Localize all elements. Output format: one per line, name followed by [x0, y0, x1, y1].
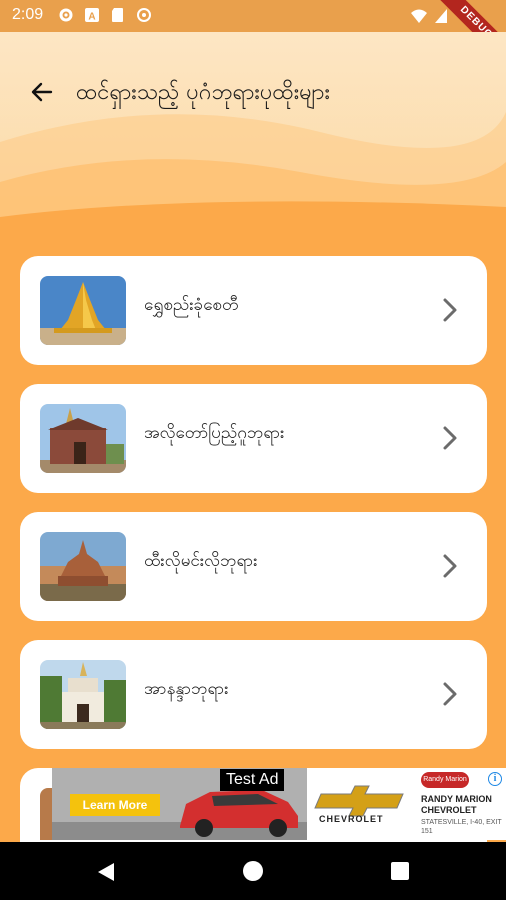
- ad-info-icon[interactable]: i: [488, 772, 502, 786]
- dealer-logo: Randy Marion: [421, 772, 469, 788]
- pagoda-name: ရွှေစည်းခုံစေတီ: [144, 295, 239, 315]
- pagoda-name: အလိုတော်ပြည့်ဂူဘုရား: [144, 423, 285, 443]
- pagoda-name: အာနန္ဒာဘုရား: [144, 679, 229, 699]
- nav-recents-icon[interactable]: [391, 862, 409, 880]
- pagoda-thumbnail: [40, 532, 126, 601]
- pagoda-thumbnail: [40, 404, 126, 473]
- pagoda-name: ထီးလိုမင်းလိုဘုရား: [144, 551, 258, 571]
- pagoda-card[interactable]: ရွှေစည်းခုံစေတီ: [20, 256, 487, 365]
- ad-test-label: Test Ad: [220, 769, 285, 791]
- wifi-icon: [411, 9, 427, 23]
- sd-card-icon: [112, 8, 123, 22]
- ad-brand-panel: CHEVROLET: [307, 768, 417, 840]
- arrow-left-icon: [31, 82, 53, 102]
- chevron-right-icon: [443, 682, 457, 706]
- pagoda-thumbnail: [40, 276, 126, 345]
- back-button[interactable]: [26, 76, 58, 108]
- page-title: ထင်ရှားသည့် ပုဂံဘုရားပုထိုးများ: [76, 80, 330, 105]
- pagoda-card[interactable]: ထီးလိုမင်းလိုဘုရား: [20, 512, 487, 621]
- nav-back-icon[interactable]: [96, 861, 116, 883]
- pagoda-card[interactable]: အလိုတော်ပြည့်ဂူဘုရား: [20, 384, 487, 493]
- dealer-name: RANDY MARION CHEVROLET: [421, 794, 492, 815]
- pagoda-thumbnail: [40, 660, 126, 729]
- signal-icon: [435, 9, 447, 23]
- chevron-right-icon: [443, 554, 457, 578]
- svg-text:A: A: [88, 12, 95, 23]
- sunset-temple-image: [40, 532, 126, 601]
- header-waves-decoration: [0, 112, 506, 238]
- golden-stupa-image: [40, 276, 126, 345]
- status-bar: 2:09 A DEBUG: [0, 0, 506, 72]
- app-header: ထင်ရှားသည့် ပုဂံဘုရားပုထိုးများ: [0, 32, 506, 238]
- data-saver-icon: [137, 8, 151, 22]
- status-icons-left: A: [58, 7, 152, 23]
- ad-learn-more-button[interactable]: Learn More: [70, 794, 160, 816]
- settings-icon: [59, 8, 73, 22]
- white-temple-image: [40, 660, 126, 729]
- status-time: 2:09: [12, 6, 44, 23]
- status-icons-right: [410, 8, 448, 24]
- ad-banner[interactable]: Learn More Test Ad CHEVROLET Randy Mario…: [52, 768, 506, 840]
- brick-temple-image: [40, 404, 126, 473]
- chevrolet-bowtie-logo: [314, 785, 404, 817]
- chevron-right-icon: [443, 426, 457, 450]
- chevron-right-icon: [443, 298, 457, 322]
- pagoda-card[interactable]: အာနန္ဒာဘုရား: [20, 640, 487, 749]
- system-nav-bar: [0, 842, 506, 900]
- nav-home-icon[interactable]: [243, 861, 263, 881]
- dealer-address: STATESVILLE, I-40, EXIT 151: [421, 819, 502, 835]
- font-icon: A: [85, 8, 99, 23]
- ad-brand-name: CHEVROLET: [319, 814, 384, 824]
- ad-dealer-panel: Randy Marion RANDY MARION CHEVROLET STAT…: [417, 768, 506, 840]
